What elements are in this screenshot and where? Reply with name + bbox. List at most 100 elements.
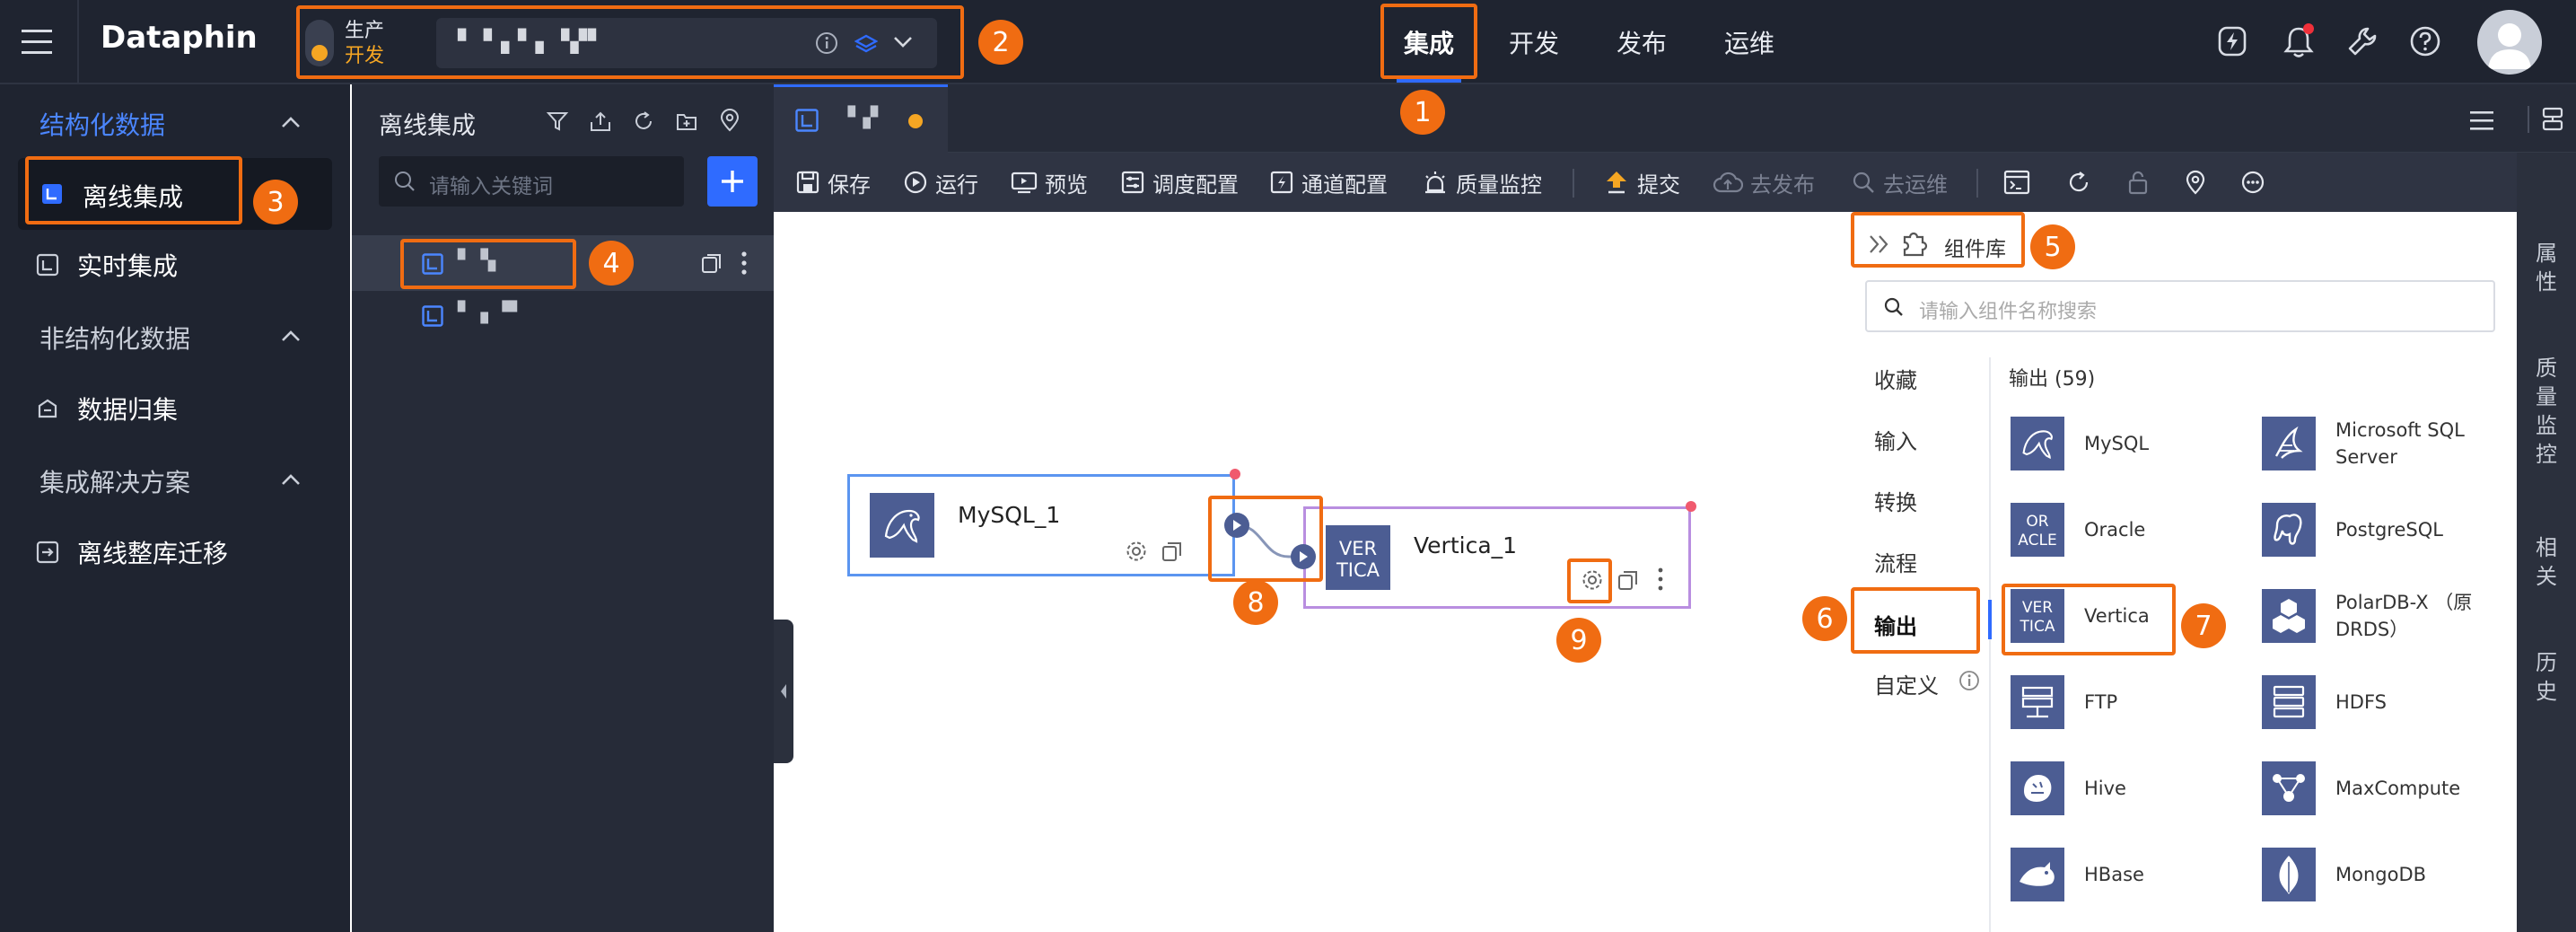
more-icon[interactable] — [740, 250, 749, 277]
tree-search-input[interactable]: 请输入关键词 — [429, 169, 553, 199]
locate-icon[interactable] — [718, 108, 741, 133]
sidebar-section-structured[interactable]: 结构化数据 — [39, 106, 165, 142]
terminal-icon[interactable] — [2003, 170, 2030, 195]
tree-item-label[interactable]: ▘▗ ▝▘ — [458, 302, 525, 324]
component-oracle[interactable]: OR ACLE Oracle — [2011, 503, 2145, 557]
search-icon — [393, 170, 416, 193]
chevron-up-icon[interactable] — [280, 329, 302, 343]
bell-icon[interactable] — [2282, 23, 2315, 59]
reload-icon[interactable] — [2066, 170, 2091, 195]
library-search-input[interactable]: 请输入组件名称搜索 — [1919, 295, 2097, 324]
hbase-icon — [2011, 848, 2064, 901]
category-transform[interactable]: 转换 — [1874, 485, 1917, 516]
component-ftp[interactable]: FTP — [2011, 675, 2117, 729]
lock-icon[interactable] — [2125, 169, 2151, 196]
upload-icon[interactable] — [589, 110, 612, 133]
submit-button[interactable]: 提交 — [1603, 153, 1680, 212]
component-sqlserver[interactable]: Microsoft SQL Server — [2262, 417, 2497, 470]
component-label: PolarDB-X （原DRDS） — [2335, 592, 2473, 640]
annotation-badge-6: 6 — [1802, 596, 1847, 641]
component-polardb[interactable]: PolarDB-X （原DRDS） — [2262, 589, 2497, 643]
sidebar-section-solutions[interactable]: 集成解决方案 — [39, 463, 190, 499]
category-custom[interactable]: 自定义 — [1874, 668, 1939, 699]
sidebar-section-unstructured[interactable]: 非结构化数据 — [39, 320, 190, 356]
component-label: HDFS — [2335, 691, 2388, 713]
run-label: 运行 — [935, 171, 978, 198]
ops-button[interactable]: 去运维 — [1851, 153, 1948, 212]
tree-search-box[interactable]: 请输入关键词 — [379, 156, 684, 207]
sidebar-item-label: 离线整库迁移 — [77, 539, 229, 568]
copy-icon[interactable] — [700, 251, 723, 275]
nav-active-underline — [1397, 79, 1461, 83]
component-postgresql[interactable]: PostgreSQL — [2262, 503, 2443, 557]
cloud-upload-icon — [1713, 170, 1743, 195]
postgresql-icon — [2262, 503, 2316, 557]
info-icon[interactable] — [1958, 670, 1980, 691]
refresh-icon[interactable] — [632, 110, 655, 133]
nav-publish[interactable]: 发布 — [1601, 0, 1682, 84]
divider — [1573, 169, 1574, 198]
nav-develop[interactable]: 开发 — [1494, 0, 1574, 84]
component-label: MySQL — [2084, 433, 2150, 454]
quality-monitor-button[interactable]: 质量监控 — [1422, 153, 1542, 212]
sidebar-item-label: 数据归集 — [77, 395, 179, 425]
help-icon[interactable] — [2409, 25, 2441, 57]
save-button[interactable]: 保存 — [795, 153, 871, 212]
tab-history[interactable]: 历史 — [2517, 648, 2576, 706]
divider — [1989, 357, 1991, 932]
sidebar-item-data-collection[interactable]: 数据归集 — [36, 384, 178, 433]
add-button[interactable] — [707, 156, 758, 207]
layout-icon[interactable] — [2540, 106, 2565, 133]
run-button[interactable]: 运行 — [903, 153, 978, 212]
annotation-badge-2: 2 — [978, 20, 1023, 65]
annotation-box-3 — [25, 156, 242, 224]
library-search-box[interactable]: 请输入组件名称搜索 — [1865, 280, 2495, 332]
menu-icon[interactable] — [22, 27, 54, 57]
sidebar-item-db-migration[interactable]: 离线整库迁移 — [36, 528, 228, 576]
channel-label: 通道配置 — [1301, 171, 1388, 198]
hive-icon — [2011, 761, 2064, 815]
component-hbase[interactable]: HBase — [2011, 848, 2144, 901]
annotation-badge-5: 5 — [2030, 224, 2075, 269]
chevron-up-icon[interactable] — [280, 115, 302, 129]
tab-related[interactable]: 相关 — [2517, 533, 2576, 591]
component-mysql[interactable]: MySQL — [2011, 417, 2149, 470]
tab-history-label: 历史 — [2536, 650, 2557, 704]
lightning-icon[interactable] — [2217, 25, 2247, 57]
schedule-label: 调度配置 — [1152, 171, 1239, 198]
component-label: FTP — [2084, 691, 2118, 713]
filter-icon[interactable] — [546, 110, 569, 133]
new-folder-icon[interactable] — [675, 110, 698, 133]
annotation-box-1 — [1380, 4, 1477, 79]
chevron-up-icon[interactable] — [280, 472, 302, 487]
annotation-badge-9: 9 — [1556, 618, 1601, 663]
ops-icon — [1851, 170, 1876, 195]
nav-ops[interactable]: 运维 — [1709, 0, 1790, 84]
publish-button[interactable]: 去发布 — [1713, 153, 1815, 212]
category-favorites[interactable]: 收藏 — [1874, 363, 1917, 394]
quality-icon — [1422, 169, 1449, 196]
editor-tab[interactable]: ▝▗▘ — [774, 84, 948, 153]
schedule-config-button[interactable]: 调度配置 — [1120, 153, 1239, 212]
collection-icon — [36, 397, 59, 420]
sidebar-item-realtime-integration[interactable]: 实时集成 — [36, 241, 178, 289]
toolbar: 保存 运行 预览 调度配置 通道配置 质量监控 提交 去发布 去运维 — [774, 153, 2576, 212]
component-hive[interactable]: Hive — [2011, 761, 2126, 815]
component-hdfs[interactable]: HDFS — [2262, 675, 2387, 729]
category-flow[interactable]: 流程 — [1874, 546, 1917, 577]
channel-config-button[interactable]: 通道配置 — [1269, 153, 1388, 212]
preview-button[interactable]: 预览 — [1011, 153, 1088, 212]
avatar[interactable] — [2477, 10, 2542, 75]
location-icon[interactable] — [2183, 169, 2208, 196]
list-menu-icon[interactable] — [2470, 110, 2495, 131]
tab-quality-monitor[interactable]: 质量监控 — [2517, 354, 2576, 469]
editor-tab-label: ▝▗▘ — [840, 107, 886, 129]
tab-properties[interactable]: 属性 — [2517, 239, 2576, 296]
category-input[interactable]: 输入 — [1874, 424, 1917, 455]
tree-title: 离线集成 — [379, 112, 476, 140]
migration-icon — [36, 541, 59, 564]
component-mongodb[interactable]: MongoDB — [2262, 848, 2426, 901]
component-maxcompute[interactable]: MaxCompute — [2262, 761, 2460, 815]
more-options-icon[interactable] — [2240, 170, 2265, 195]
wrench-icon[interactable] — [2346, 25, 2379, 57]
